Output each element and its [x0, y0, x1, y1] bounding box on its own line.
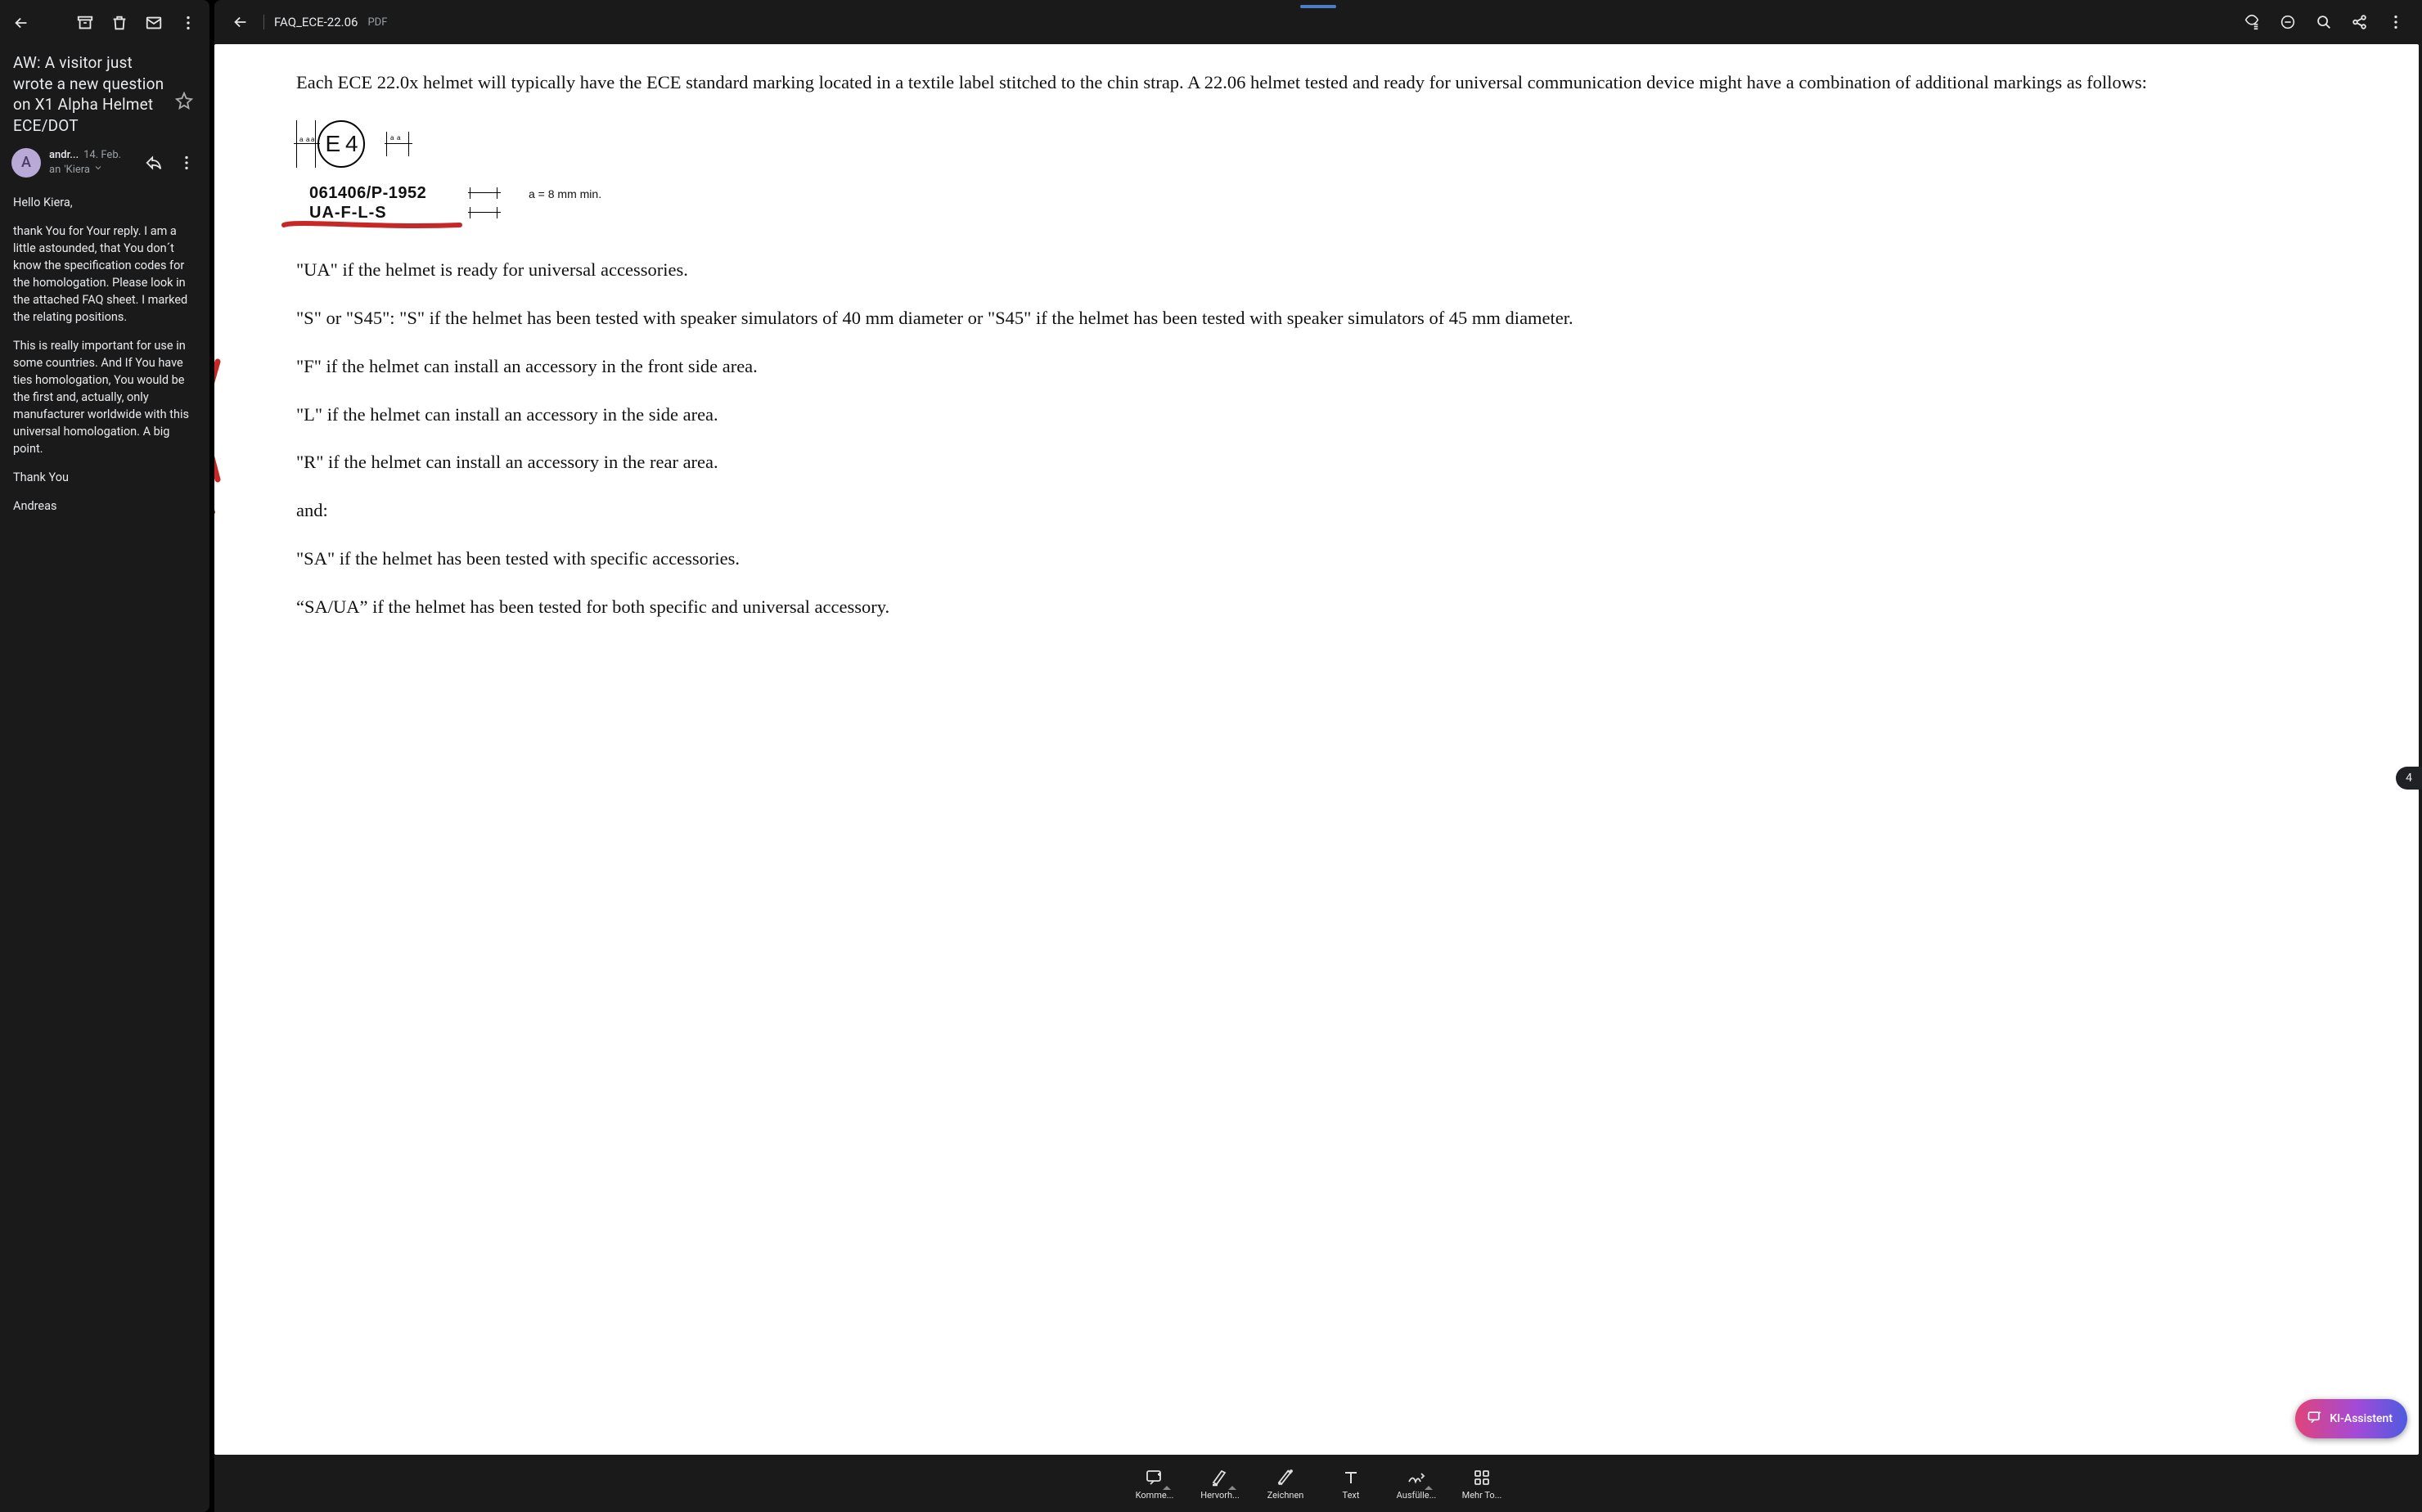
- appearance-button[interactable]: [2237, 7, 2267, 37]
- ai-assistant-button[interactable]: KI-Assistent: [2295, 1399, 2407, 1438]
- diagram-note: a = 8 mm min.: [529, 187, 601, 200]
- doc-paragraph: Each ECE 22.0x helmet will typically hav…: [296, 69, 2375, 97]
- delete-button[interactable]: [105, 8, 134, 38]
- doc-extension: PDF: [367, 16, 387, 29]
- draw-icon: [1276, 1467, 1295, 1488]
- doc-title-area[interactable]: FAQ_ECE-22.06 PDF: [263, 15, 387, 29]
- recipient-toggle[interactable]: an 'Kiera: [49, 163, 131, 178]
- email-paragraph: Andreas: [13, 497, 196, 515]
- tool-label: Zeichnen: [1267, 1490, 1304, 1501]
- view-mode-button[interactable]: [2273, 7, 2303, 37]
- avatar[interactable]: A: [11, 148, 41, 178]
- dimension-line: [470, 207, 497, 218]
- text-icon: [1341, 1467, 1361, 1488]
- annotation-x-icon: [214, 283, 227, 529]
- doc-paragraph: "L" if the helmet can install an accesso…: [296, 401, 2375, 430]
- email-body: Hello Kiera, thank You for Your reply. I…: [0, 182, 209, 538]
- doc-paragraph: "R" if the helmet can install an accesso…: [296, 448, 2375, 477]
- sender-name: andr...: [49, 148, 79, 163]
- sender-row: A andr... 14. Feb. an 'Kiera: [0, 137, 209, 182]
- doc-paragraph: “SA/UA” if the helmet has been tested fo…: [296, 593, 2375, 622]
- email-paragraph: thank You for Your reply. I am a little …: [13, 223, 196, 326]
- definition-list: "UA" if the helmet is ready for universa…: [296, 256, 2375, 622]
- tool-fill-sign[interactable]: Ausfülle...: [1395, 1467, 1438, 1501]
- doc-paragraph: "F" if the helmet can install an accesso…: [296, 353, 2375, 381]
- ai-pill-label: KI-Assistent: [2330, 1412, 2393, 1425]
- mark-unread-button[interactable]: [139, 8, 169, 38]
- doc-back-button[interactable]: [226, 7, 255, 37]
- email-topbar: [0, 0, 209, 46]
- to-prefix: an: [49, 163, 61, 178]
- email-paragraph: This is really important for use in some…: [13, 337, 196, 457]
- email-subject: AW: A visitor just wrote a new question …: [13, 52, 170, 137]
- comment-icon: [1145, 1467, 1164, 1488]
- drag-handle[interactable]: [1300, 5, 1336, 8]
- doc-paragraph: "SA" if the helmet has been tested with …: [296, 545, 2375, 574]
- subject-row: AW: A visitor just wrote a new question …: [0, 46, 209, 137]
- grid-icon: [1472, 1467, 1492, 1488]
- sparkle-chat-icon: [2307, 1409, 2323, 1429]
- tool-label: Text: [1343, 1490, 1360, 1501]
- tool-highlight[interactable]: Hervorh...: [1199, 1467, 1241, 1501]
- sender-date: 14. Feb.: [83, 148, 121, 163]
- back-button[interactable]: [7, 8, 36, 38]
- message-more-button[interactable]: [172, 148, 201, 178]
- to-name: 'Kiera: [64, 163, 90, 178]
- app-root: AW: A visitor just wrote a new question …: [0, 0, 2422, 1512]
- more-button[interactable]: [173, 8, 203, 38]
- label-code-1: 061406/P-1952: [309, 184, 426, 203]
- doc-scroll[interactable]: Each ECE 22.0x helmet will typically hav…: [214, 44, 2422, 1512]
- page-counter: 4: [2396, 767, 2422, 790]
- archive-button[interactable]: [70, 8, 100, 38]
- sender-meta: andr... 14. Feb. an 'Kiera: [49, 148, 131, 177]
- tool-label: Komme...: [1136, 1490, 1174, 1501]
- svg-text:a: a: [299, 136, 304, 143]
- tool-label: Hervorh...: [1200, 1490, 1240, 1501]
- pdf-page: Each ECE 22.0x helmet will typically hav…: [214, 44, 2419, 1455]
- svg-text:a: a: [306, 136, 310, 143]
- highlight-icon: [1210, 1467, 1230, 1488]
- tool-label: Mehr To...: [1462, 1490, 1502, 1501]
- chevron-down-icon: [93, 163, 103, 178]
- dimension-line: aa: [386, 132, 409, 156]
- share-button[interactable]: [2345, 7, 2375, 37]
- doc-paragraph: and:: [296, 497, 2375, 525]
- dimension-line: [470, 187, 497, 199]
- email-paragraph: Hello Kiera,: [13, 194, 196, 211]
- doc-title: FAQ_ECE-22.06: [274, 15, 358, 29]
- tool-more[interactable]: Mehr To...: [1461, 1467, 1503, 1501]
- star-button[interactable]: [175, 52, 196, 113]
- annotation-toolbar: Komme... Hervorh... Zeichnen Text Ausfül…: [214, 1455, 2422, 1512]
- doc-paragraph: "S" or "S45": "S" if the helmet has been…: [296, 304, 2375, 333]
- doc-viewer: FAQ_ECE-22.06 PDF: [214, 0, 2422, 1512]
- signature-icon: [1407, 1467, 1426, 1488]
- email-paragraph: Thank You: [13, 469, 196, 486]
- tool-label: Ausfülle...: [1397, 1490, 1437, 1501]
- tool-text[interactable]: Text: [1330, 1467, 1372, 1501]
- svg-text:a: a: [390, 134, 394, 142]
- svg-text:a: a: [397, 134, 401, 142]
- label-diagram: aaa E 4 aa 061406/P-1952 UA-F-L-S a = 8 …: [296, 120, 673, 235]
- tool-draw[interactable]: Zeichnen: [1264, 1467, 1307, 1501]
- svg-text:a: a: [311, 136, 314, 143]
- dimension-line: aaa: [296, 120, 316, 168]
- doc-more-button[interactable]: [2381, 7, 2411, 37]
- e-mark: E 4: [317, 120, 365, 168]
- reply-button[interactable]: [139, 148, 169, 178]
- doc-paragraph: "UA" if the helmet is ready for universa…: [296, 256, 2375, 285]
- tool-comment[interactable]: Komme...: [1133, 1467, 1176, 1501]
- email-pane: AW: A visitor just wrote a new question …: [0, 0, 209, 1512]
- annotation-underline: [280, 215, 468, 235]
- e-mark-circle: E 4: [317, 120, 365, 168]
- search-button[interactable]: [2309, 7, 2339, 37]
